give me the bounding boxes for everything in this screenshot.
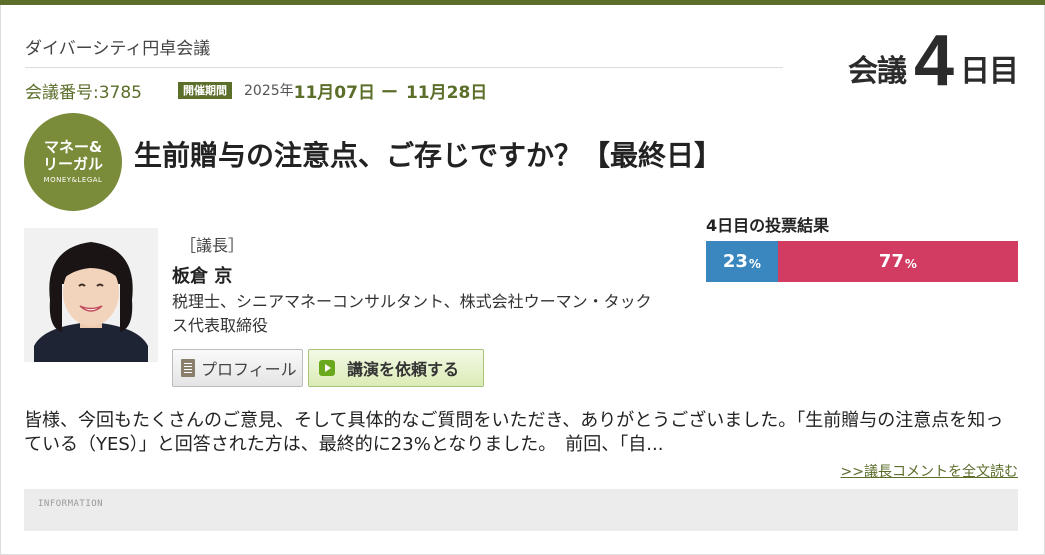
profile-button[interactable]: プロフィール (172, 349, 303, 387)
day-counter-number: 4 (913, 21, 954, 101)
vote-no-unit: % (904, 256, 917, 271)
period-year: 2025年 (244, 83, 294, 99)
period-badge: 開催期間 (178, 81, 232, 99)
day-counter-suffix: 日目 (960, 55, 1019, 88)
request-lecture-button[interactable]: 講演を依頼する (308, 349, 484, 387)
information-label: INFORMATION (38, 499, 104, 509)
chair-avatar (24, 228, 158, 362)
site-title: ダイバーシティ円卓会議 (25, 39, 211, 59)
day-counter-prefix: 会議 (847, 55, 907, 88)
day-counter: 会議 4 日目 (847, 21, 1019, 101)
vote-yes-segment: 23 % (706, 241, 778, 282)
information-box: INFORMATION (24, 489, 1018, 531)
document-icon (181, 359, 195, 377)
period-start: 11月07日 (293, 82, 375, 103)
category-label-line2: リーガル (42, 155, 103, 173)
category-label-line1: マネー& (43, 138, 103, 156)
category-badge[interactable]: マネー& リーガル MONEY&LEGAL (24, 113, 122, 211)
vote-results-title: 4日目の投票結果 (706, 216, 830, 235)
vote-results-bar: 23 % 77 % (706, 241, 1018, 282)
title-divider (25, 67, 783, 68)
period-dash: ー (380, 82, 398, 103)
topic-title: 生前贈与の注意点、ご存じですか？【最終日】 (134, 139, 723, 172)
chair-portrait-image (24, 228, 158, 362)
vote-no-value: 77 (878, 251, 904, 272)
meeting-meta: 会議番号:3785 開催期間 2025年 11月07日 ー 11月28日 (25, 78, 488, 103)
read-full-comment-link[interactable]: >>議長コメントを全文読む (841, 461, 1018, 481)
vote-yes-unit: % (748, 256, 761, 271)
vote-yes-value: 23 (722, 251, 748, 272)
category-label-english: MONEY&LEGAL (43, 176, 103, 184)
chair-name: 板倉 京 (172, 266, 233, 287)
chair-role: ［議長］ (180, 236, 245, 255)
chair-comment-excerpt: 皆様、今回もたくさんのご意見、そして具体的なご質問をいただき、ありがとうございま… (24, 410, 1004, 455)
play-icon (319, 360, 335, 376)
profile-button-label: プロフィール (201, 360, 297, 379)
chair-description: 税理士、シニアマネーコンサルタント、株式会社ウーマン・タックス代表取締役 (172, 292, 652, 335)
vote-no-segment: 77 % (777, 241, 1018, 282)
period-end: 11月28日 (405, 82, 488, 103)
request-lecture-button-label: 講演を依頼する (347, 360, 460, 379)
meeting-number: 会議番号:3785 (25, 82, 142, 103)
